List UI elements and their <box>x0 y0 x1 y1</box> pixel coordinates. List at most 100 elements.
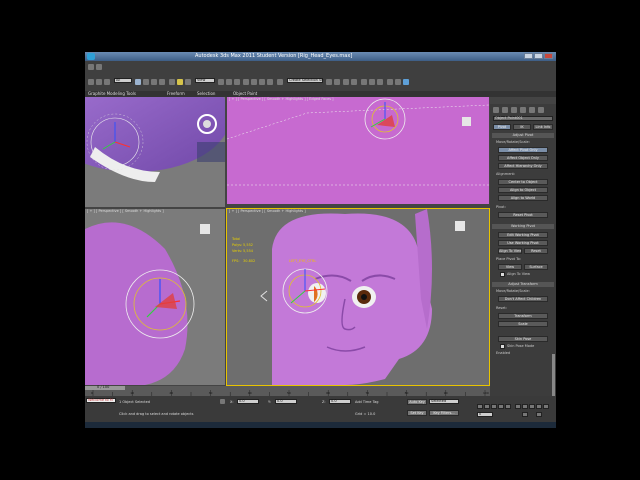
reference-coordinate-dropdown[interactable]: View <box>195 78 215 83</box>
time-slider[interactable]: 0 / 100 0 10 20 30 40 50 60 70 80 90 100 <box>85 385 490 396</box>
reset-scale-button[interactable]: Scale <box>498 321 548 327</box>
selected-dropdown[interactable]: Selected <box>429 399 459 404</box>
select-object-icon[interactable] <box>135 79 141 85</box>
display-tab-icon[interactable] <box>529 107 535 113</box>
align-to-object-button[interactable]: Align to Object <box>498 187 548 193</box>
auto-key-button[interactable]: Auto Key <box>407 399 427 405</box>
viewport-top-left[interactable] <box>85 97 225 207</box>
go-to-start-icon[interactable] <box>477 404 483 409</box>
minimize-button[interactable] <box>524 53 533 59</box>
zoom-all-icon[interactable] <box>522 404 528 409</box>
rollout-working-pivot[interactable]: Working Pivot <box>492 224 554 229</box>
rollout-adjust-pivot[interactable]: Adjust Pivot <box>492 133 554 138</box>
move-icon[interactable] <box>169 79 175 85</box>
go-to-end-icon[interactable] <box>505 404 511 409</box>
maximize-viewport-icon[interactable] <box>536 412 542 417</box>
snaps-toggle-icon[interactable] <box>243 79 249 85</box>
lock-selection-icon[interactable] <box>220 399 225 404</box>
keyboard-shortcut-icon[interactable] <box>234 79 240 85</box>
app-logo-icon[interactable] <box>87 53 95 60</box>
pan-icon[interactable] <box>543 404 549 409</box>
percent-snap-icon[interactable] <box>259 79 265 85</box>
select-by-name-icon[interactable] <box>143 79 149 85</box>
reset-working-pivot-button[interactable]: Reset <box>524 248 548 254</box>
y-coordinate-field[interactable]: 0.0 <box>275 399 297 404</box>
graphite-toggle-icon[interactable] <box>351 79 357 85</box>
tab-ik[interactable]: IK <box>513 124 531 130</box>
bind-space-warp-icon[interactable] <box>104 79 110 85</box>
layer-manager-icon[interactable] <box>343 79 349 85</box>
current-frame-field[interactable]: 0 <box>477 412 493 417</box>
rotate-icon[interactable] <box>177 79 183 85</box>
zoom-icon[interactable] <box>515 404 521 409</box>
angle-snap-icon[interactable] <box>251 79 257 85</box>
skin-pose-button[interactable]: Skin Pose <box>498 336 548 342</box>
z-coordinate-field[interactable]: 0.0 <box>329 399 351 404</box>
play-icon[interactable] <box>491 404 497 409</box>
viewport-top-right[interactable]: [ + ] [ Perspective ] [ Smooth + Highlig… <box>227 97 489 204</box>
modify-tab-icon[interactable] <box>502 107 508 113</box>
viewport-label[interactable]: [ + ] [ Perspective ] [ Smooth + Highlig… <box>229 97 334 101</box>
previous-frame-icon[interactable] <box>484 404 490 409</box>
place-view-button[interactable]: View <box>498 264 522 270</box>
viewport-label[interactable]: [ + ] [ Perspective ] [ Smooth + Highlig… <box>87 209 164 213</box>
set-key-button[interactable]: Set Key <box>407 410 427 416</box>
viewport-label[interactable]: [ + ] [ Perspective ] [ Smooth + Highlig… <box>229 209 306 213</box>
close-button[interactable] <box>544 53 553 59</box>
affect-object-only-button[interactable]: Affect Object Only <box>498 155 548 161</box>
center-to-object-button[interactable]: Center to Object <box>498 179 548 185</box>
use-working-pivot-button[interactable]: Use Working Pivot <box>498 240 548 246</box>
viewport-bottom-right[interactable]: [ + ] [ Perspective ] [ Smooth + Highlig… <box>226 208 490 386</box>
zoom-extents-icon[interactable] <box>529 404 535 409</box>
rollout-adjust-transform[interactable]: Adjust Transform <box>492 282 554 287</box>
affect-pivot-only-button[interactable]: Affect Pivot Only <box>498 147 548 153</box>
material-editor-icon[interactable] <box>377 79 383 85</box>
window-crossing-icon[interactable] <box>159 79 165 85</box>
edit-named-selection-icon[interactable] <box>277 79 283 85</box>
curve-editor-icon[interactable] <box>361 79 367 85</box>
dont-affect-children-button[interactable]: Don't Affect Children <box>498 296 548 302</box>
reset-transform-button[interactable]: Transform <box>498 313 548 319</box>
align-to-view-button[interactable]: Align To View <box>498 248 522 254</box>
hierarchy-tab-icon[interactable] <box>511 107 517 113</box>
object-name-field[interactable]: Object Point001 <box>493 116 553 121</box>
unlink-icon[interactable] <box>96 79 102 85</box>
rendered-frame-window-icon[interactable] <box>395 79 401 85</box>
utilities-tab-icon[interactable] <box>538 107 544 113</box>
field-of-view-icon[interactable] <box>536 404 542 409</box>
align-to-world-button[interactable]: Align to World <box>498 195 548 201</box>
scale-icon[interactable] <box>185 79 191 85</box>
skin-pose-mode-checkbox[interactable] <box>500 344 505 349</box>
redo-icon[interactable] <box>96 64 102 70</box>
render-production-icon[interactable] <box>403 79 409 85</box>
schematic-view-icon[interactable] <box>369 79 375 85</box>
motion-tab-icon[interactable] <box>520 107 526 113</box>
align-to-view-checkbox[interactable] <box>500 272 505 277</box>
maximize-button[interactable] <box>534 53 543 59</box>
affect-hierarchy-only-button[interactable]: Affect Hierarchy Only <box>498 163 548 169</box>
named-selection-field[interactable]: Create Selection Se <box>287 78 323 83</box>
reset-pivot-button[interactable]: Reset Pivot <box>498 212 548 218</box>
link-icon[interactable] <box>88 79 94 85</box>
tab-link-info[interactable]: Link Info <box>533 124 553 130</box>
orbit-icon[interactable] <box>522 412 528 417</box>
pivot-center-icon[interactable] <box>218 79 224 85</box>
align-icon[interactable] <box>334 79 340 85</box>
render-setup-icon[interactable] <box>387 79 393 85</box>
tab-pivot[interactable]: Pivot <box>493 124 511 130</box>
viewport-bottom-left[interactable]: [ + ] [ Perspective ] [ Smooth + Highlig… <box>85 209 225 385</box>
place-surface-button[interactable]: Surface <box>524 264 548 270</box>
spinner-snap-icon[interactable] <box>267 79 273 85</box>
undo-icon[interactable] <box>88 64 94 70</box>
mirror-icon[interactable] <box>326 79 332 85</box>
key-filters-button[interactable]: Key Filters... <box>429 410 459 416</box>
next-frame-icon[interactable] <box>498 404 504 409</box>
add-time-tag-label[interactable]: Add Time Tag <box>355 400 379 404</box>
maxscript-listener-field[interactable]: Welcome to M <box>86 398 116 403</box>
rectangular-selection-icon[interactable] <box>151 79 157 85</box>
select-manipulate-icon[interactable] <box>226 79 232 85</box>
create-tab-icon[interactable] <box>493 107 499 113</box>
x-coordinate-field[interactable]: 0.0 <box>237 399 259 404</box>
edit-working-pivot-button[interactable]: Edit Working Pivot <box>498 232 548 238</box>
selection-filter-dropdown[interactable]: All <box>114 78 132 83</box>
